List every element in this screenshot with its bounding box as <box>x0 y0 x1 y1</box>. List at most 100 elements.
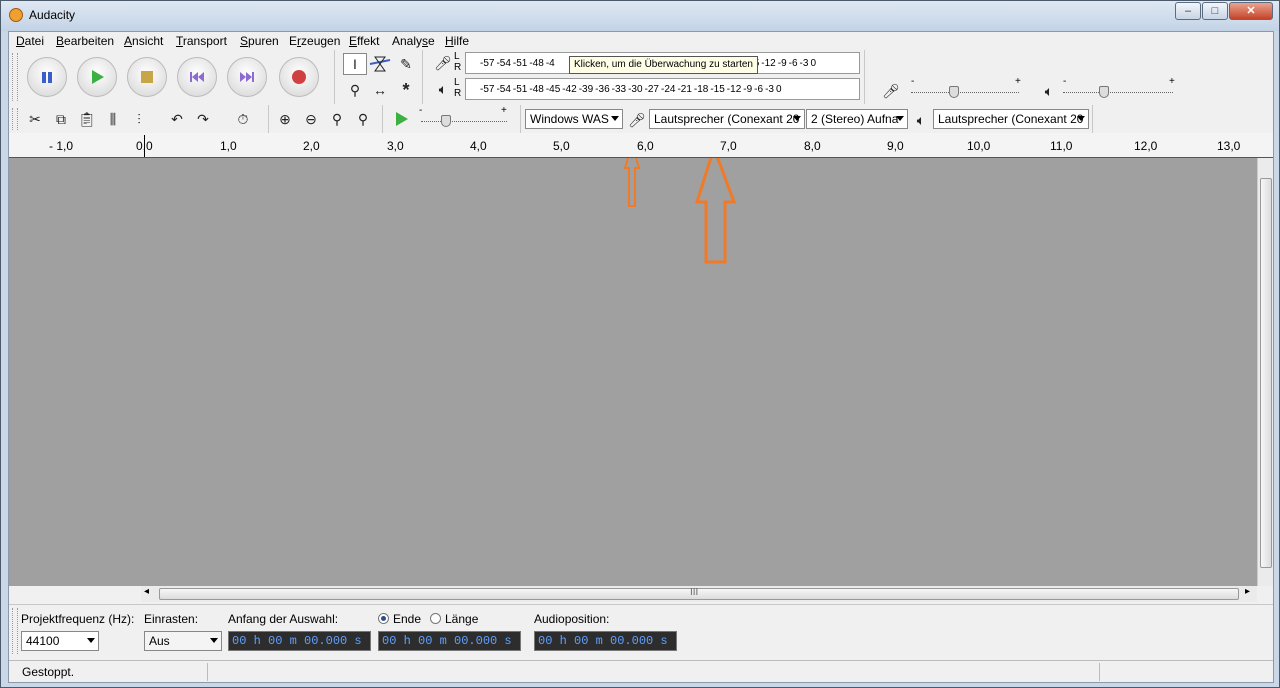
horizontal-scrollbar[interactable]: ◂ III ▸ <box>141 586 1257 602</box>
small-arrow-icon <box>623 158 641 207</box>
selection-end-time[interactable]: 00 h 00 m 00.000 s <box>378 631 521 651</box>
selection-tool[interactable]: I <box>343 53 367 75</box>
menu-bearbeiten[interactable]: Bearbeiten <box>56 34 114 48</box>
device-toolbar: Windows WAS 🎤︎ Lautsprecher (Conexant 20… <box>523 105 1093 133</box>
timeshift-tool[interactable]: ↔ <box>368 79 392 101</box>
menu-ansicht[interactable]: Ansicht <box>124 34 163 48</box>
ruler-label: - 1,0 <box>49 139 74 153</box>
undo-button[interactable]: ↶ <box>165 108 189 130</box>
play-icon <box>396 112 408 126</box>
zoom-tool[interactable]: ⚲ <box>343 79 367 101</box>
timeline-ruler[interactable]: - 1,0 0,0 1,0 2,0 3,0 4,0 5,0 6,0 7,0 8,… <box>9 133 1273 158</box>
large-arrow-icon <box>694 158 737 264</box>
speed-slider-thumb[interactable] <box>441 115 451 127</box>
close-button[interactable]: ✕ <box>1229 2 1273 20</box>
toolbar-grip[interactable] <box>12 608 18 654</box>
playback-meter[interactable]: -57 -54 -51 -48 -45 -42 -39 -36 -33 -30 … <box>465 78 860 100</box>
window-title: Audacity <box>29 8 76 22</box>
redo-button[interactable]: ↷ <box>191 108 215 130</box>
project-rate-select[interactable]: 44100 <box>21 631 99 651</box>
silence-button[interactable]: ⫶ <box>127 108 151 130</box>
menu-hilfe[interactable]: Hilfe <box>445 34 469 48</box>
snap-select[interactable]: Aus <box>144 631 222 651</box>
output-volume-thumb[interactable] <box>1099 86 1109 98</box>
paste-button[interactable]: 📋︎ <box>75 108 99 130</box>
transport-toolbar <box>9 50 335 104</box>
fit-selection-button[interactable]: ⚲ <box>325 108 349 130</box>
chevron-down-icon <box>210 638 218 643</box>
scroll-right-arrow-icon[interactable]: ▸ <box>1245 586 1250 597</box>
play-head-marker <box>144 135 145 157</box>
record-meter-button[interactable]: 🎤︎ <box>431 52 455 74</box>
toolbar-grip[interactable] <box>12 108 18 130</box>
fit-project-button[interactable]: ⚲ <box>351 108 375 130</box>
length-radio-label: Länge <box>445 612 479 626</box>
selection-start-time[interactable]: 00 h 00 m 00.000 s <box>228 631 371 651</box>
output-volume-slider[interactable] <box>1063 92 1173 93</box>
menu-datei[interactable]: Datei <box>16 34 44 48</box>
play-icon <box>92 70 104 84</box>
ruler-label: 3,0 <box>387 139 404 153</box>
selection-toolbar: Projektfrequenz (Hz): 44100 Einrasten: A… <box>9 604 1273 659</box>
stop-button[interactable] <box>127 57 167 97</box>
zoom-in-button[interactable]: ⊕ <box>273 108 297 130</box>
menu-spuren[interactable]: Spuren <box>240 34 279 48</box>
copy-button[interactable]: ⧉ <box>49 108 73 130</box>
asterisk-icon: * <box>402 79 410 100</box>
envelope-tool[interactable] <box>368 53 392 75</box>
menu-transport[interactable]: Transport <box>176 34 227 48</box>
sync-lock-button[interactable]: ⏱︎ <box>231 108 255 130</box>
ruler-label: 6,0 <box>637 139 654 153</box>
audacity-logo-icon <box>9 8 23 22</box>
microphone-icon: 🎤︎ <box>882 82 900 99</box>
speaker-icon: 🔈︎ <box>1044 82 1054 99</box>
recording-device-select[interactable]: Lautsprecher (Conexant 20 <box>649 109 805 129</box>
trim-button[interactable]: ⫼ <box>101 108 125 130</box>
multi-tool[interactable]: * <box>394 79 418 101</box>
play-button[interactable] <box>77 57 117 97</box>
microphone-icon: 🎤︎ <box>628 111 646 128</box>
recording-device-value: Lautsprecher (Conexant 20 <box>654 112 800 126</box>
menu-effekt[interactable]: Effekt <box>349 34 379 48</box>
cut-button[interactable]: ✂ <box>23 108 47 130</box>
playback-device-select[interactable]: Lautsprecher (Conexant 20 <box>933 109 1089 129</box>
zoom-out-button[interactable]: ⊖ <box>299 108 323 130</box>
length-radio[interactable]: Länge <box>430 612 478 626</box>
chevron-down-icon <box>611 116 619 121</box>
minimize-button[interactable]: – <box>1175 2 1201 20</box>
draw-tool[interactable]: ✎ <box>394 53 418 75</box>
playback-device-icon: 🔈︎ <box>909 109 933 131</box>
play-at-speed-button[interactable] <box>389 108 413 130</box>
play-meter-button[interactable]: 🔈︎ <box>431 78 455 100</box>
input-volume-slider[interactable] <box>911 92 1019 93</box>
channels-select[interactable]: 2 (Stereo) Aufna <box>806 109 908 129</box>
meter-label-r: R <box>454 88 462 99</box>
selection-start-label: Anfang der Auswahl: <box>228 612 339 626</box>
app-window: Audacity – □ ✕ Datei Bearbeiten Ansicht … <box>0 0 1280 688</box>
record-button[interactable] <box>279 57 319 97</box>
horizontal-scroll-thumb[interactable]: III <box>159 587 1239 600</box>
input-volume-thumb[interactable] <box>949 86 959 98</box>
audio-host-select[interactable]: Windows WAS <box>525 109 623 129</box>
meter-tick: -57 <box>480 57 495 69</box>
audio-host-value: Windows WAS <box>530 112 609 126</box>
skip-to-start-button[interactable] <box>177 57 217 97</box>
edit-toolbar: ✂ ⧉ 📋︎ ⫼ ⫶ ↶ ↷ ⏱︎ <box>9 105 269 133</box>
vertical-scroll-thumb[interactable] <box>1260 178 1272 568</box>
meter-tick: -24 <box>660 83 676 95</box>
audio-position-time[interactable]: 00 h 00 m 00.000 s <box>534 631 677 651</box>
toolbar-grip[interactable] <box>12 53 18 101</box>
vertical-scrollbar[interactable] <box>1257 158 1273 586</box>
track-area[interactable] <box>9 158 1257 586</box>
scroll-left-arrow-icon[interactable]: ◂ <box>144 586 149 597</box>
speaker-icon: 🔈︎ <box>916 111 926 128</box>
menu-analyse[interactable]: Analyse <box>392 34 435 48</box>
fit-selection-icon: ⚲ <box>331 110 343 127</box>
end-radio[interactable]: Ende <box>378 612 421 626</box>
maximize-button[interactable]: □ <box>1202 2 1228 20</box>
skip-to-end-button[interactable] <box>227 57 267 97</box>
speed-slider[interactable] <box>421 121 507 122</box>
pause-button[interactable] <box>27 57 67 97</box>
meter-tick: -45 <box>545 83 561 95</box>
menu-erzeugen[interactable]: Erzeugen <box>289 34 340 48</box>
